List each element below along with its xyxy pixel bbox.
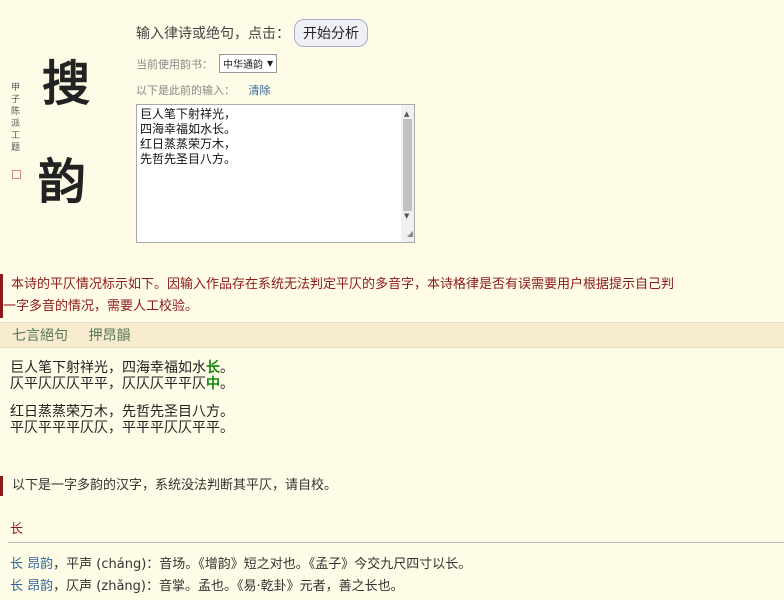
notice-line-1: 本诗的平仄情况标示如下。因输入作品存在系统无法判定平仄的多音字，本诗格律是否有误…	[11, 277, 675, 292]
entry-char-link[interactable]: 长	[10, 579, 23, 594]
entry-rhyme-link[interactable]: 昂韵	[27, 557, 53, 572]
poem-line: 红日蒸蒸荣万木，先哲先圣目八方。	[10, 404, 234, 420]
textarea-line: 四海幸福如水长。	[140, 122, 237, 136]
prompt-label: 输入律诗或绝句，点击：	[136, 26, 290, 42]
poem-analysis: 巨人笔下射祥光，四海幸福如水长。 仄平仄仄仄平平，仄仄仄平平仄中。 红日蒸蒸荣万…	[10, 360, 234, 436]
clear-link[interactable]: 清除	[249, 84, 271, 97]
entry-text: ，平声 (cháng)：音场。《增韵》短之对也。《孟子》今交九尺四寸以长。	[53, 557, 472, 572]
scroll-down-icon[interactable]: ▼	[404, 209, 409, 224]
polyphone-char: 长	[10, 522, 24, 537]
entry-rhyme-link[interactable]: 昂韵	[27, 579, 53, 594]
scrollbar-thumb[interactable]	[403, 119, 412, 211]
poem-line: 巨人笔下射祥光，四海幸福如水长。	[10, 360, 234, 376]
notice-line-2: 一字多音的情况，需要人工校验。	[3, 299, 199, 314]
tone-text: 仄平仄仄仄平平，仄仄仄平平仄	[10, 376, 206, 392]
logo-seal	[12, 170, 21, 179]
resize-handle-icon[interactable]: ◢	[407, 226, 413, 241]
textarea-line: 先哲先圣目八方。	[140, 152, 237, 166]
polyphone-notice: 以下是一字多韵的汉字，系统没法判断其平仄，请自校。	[0, 476, 784, 496]
poem-text: 巨人笔下射祥光，四海幸福如水	[10, 360, 206, 376]
logo: 搜 韵 甲子陈派工题	[8, 42, 116, 222]
tone-line: 平仄平平平仄仄，平平平仄仄平平。	[10, 420, 234, 436]
polyphone-entry: 长 昂韵，平声 (cháng)：音场。《增韵》短之对也。《孟子》今交九尺四寸以长…	[10, 553, 471, 572]
polyphone-entry: 长 昂韵，仄声 (zhǎng)：音掌。孟也。《易·乾卦》元者，善之长也。	[10, 575, 404, 594]
logo-signature: 甲子陈派工题	[11, 83, 21, 153]
tonal-notice: 本诗的平仄情况标示如下。因输入作品存在系统无法判定平仄的多音字，本诗格律是否有误…	[0, 274, 784, 318]
book-label: 当前使用韵书：	[136, 57, 213, 71]
book-select-value: 中华通韵	[223, 60, 263, 71]
logo-char-1: 搜	[42, 56, 91, 112]
input-form: 输入律诗或绝句，点击： 开始分析 当前使用韵书： 中华通韵 ▼ 以下是此前的输入…	[136, 18, 415, 243]
rhyme-char: 长	[206, 360, 220, 376]
punct: 。	[220, 376, 234, 392]
poem-rhyme: 押昂韻	[88, 328, 131, 344]
textarea-line: 红日蒸蒸荣万木，	[140, 137, 237, 151]
entry-char-link[interactable]: 长	[10, 557, 23, 572]
punct: 。	[220, 360, 234, 376]
poem-textarea[interactable]: 巨人笔下射祥光， 四海幸福如水长。 红日蒸蒸荣万木， 先哲先圣目八方。 ▲ ▼ …	[136, 104, 415, 243]
tone-mark: 中	[206, 376, 220, 392]
book-select[interactable]: 中华通韵 ▼	[219, 54, 278, 73]
start-analysis-button[interactable]: 开始分析	[294, 19, 368, 47]
entry-text: ，仄声 (zhǎng)：音掌。孟也。《易·乾卦》元者，善之长也。	[53, 579, 404, 594]
previous-input-label: 以下是此前的输入：	[136, 84, 235, 97]
poem-type: 七言絕句	[12, 328, 68, 344]
divider	[8, 542, 784, 543]
textarea-scrollbar[interactable]: ▲ ▼	[401, 105, 414, 242]
logo-char-2: 韵	[38, 154, 87, 210]
dropdown-arrow-icon: ▼	[267, 59, 274, 68]
tone-line: 仄平仄仄仄平平，仄仄仄平平仄中。	[10, 376, 234, 392]
textarea-line: 巨人笔下射祥光，	[140, 107, 237, 121]
poem-form-bar: 七言絕句 押昂韻	[0, 322, 784, 348]
